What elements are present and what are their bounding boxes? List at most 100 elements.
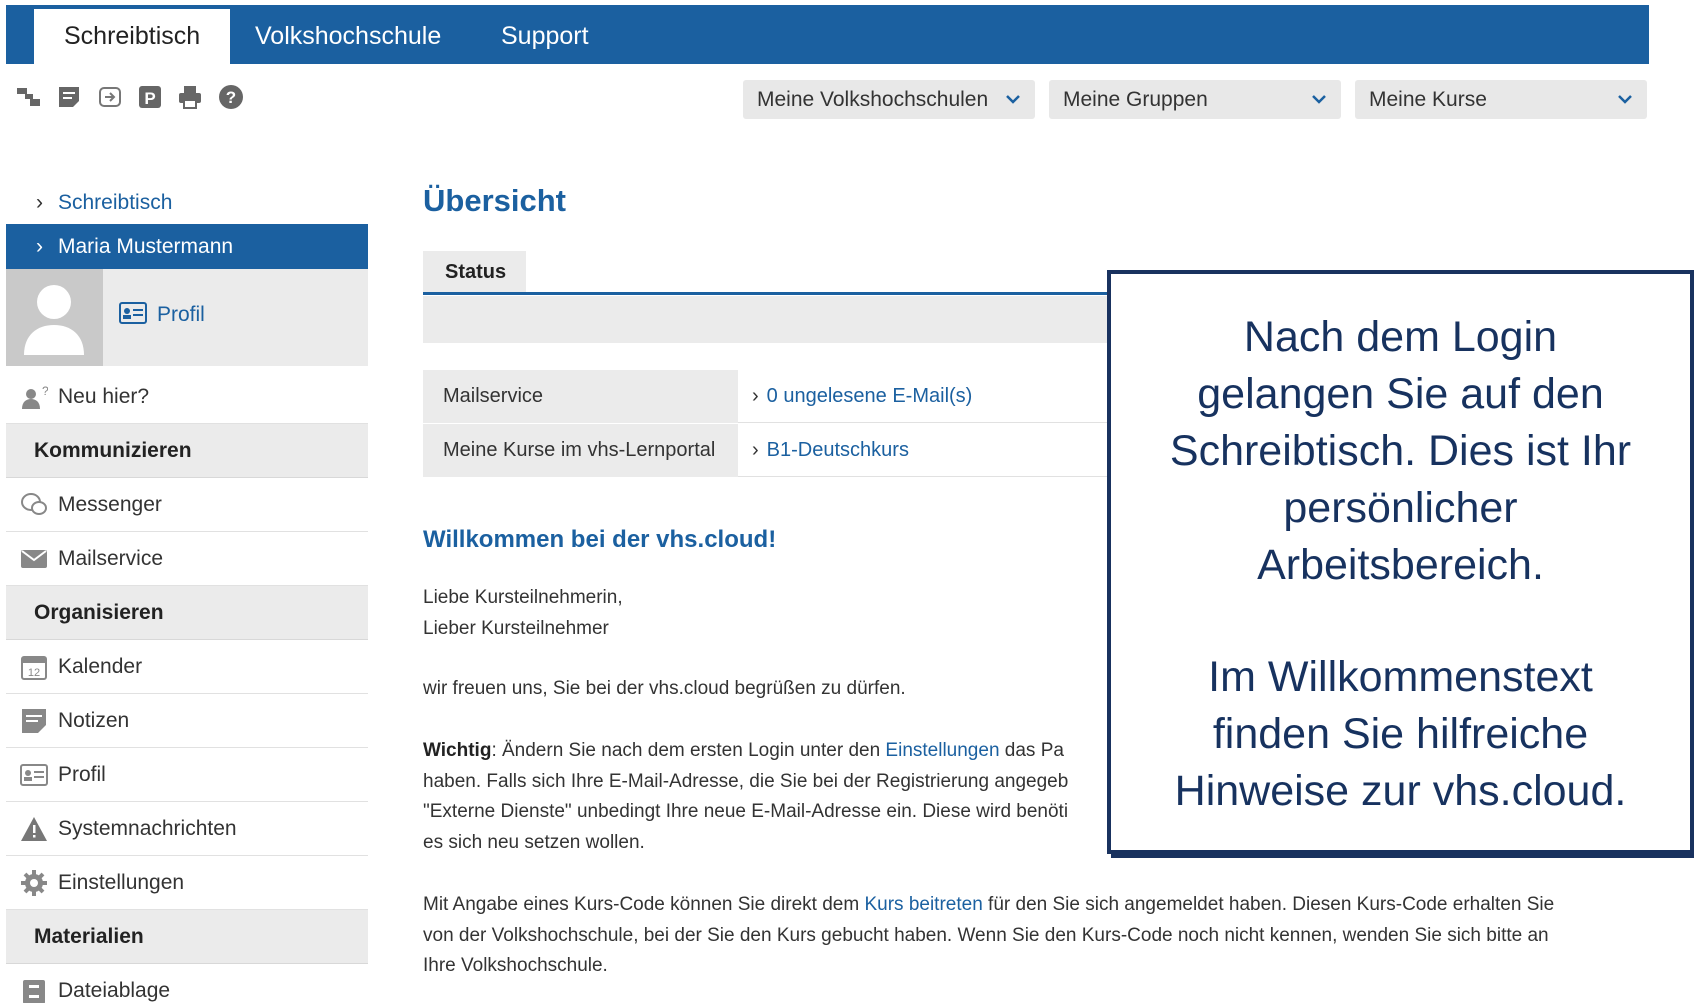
callout-line: Nach dem Login bbox=[1243, 313, 1558, 361]
info-label-mailservice: Mailservice bbox=[423, 370, 738, 423]
course-text: von der Volkshochschule, bei der Sie den… bbox=[423, 924, 1549, 946]
important-text: es sich neu setzen wollen. bbox=[423, 831, 645, 853]
sidebar-item-label: Kalender bbox=[58, 655, 143, 678]
course-text: Ihre Volkshochschule. bbox=[423, 955, 608, 976]
greeting-line-1: Liebe Kursteilnehmerin, bbox=[423, 587, 623, 608]
chevron-down-icon bbox=[1312, 95, 1326, 104]
sidebar-item-label: Notizen bbox=[58, 709, 130, 732]
callout-line: Hinweise zur vhs.cloud. bbox=[1174, 767, 1627, 815]
greeting-line-2: Lieber Kursteilnehmer bbox=[423, 617, 609, 639]
tab-schreibtisch[interactable]: Schreibtisch bbox=[34, 9, 231, 68]
callout-line: persönlicher bbox=[1283, 484, 1518, 532]
file-cabinet-icon bbox=[23, 980, 45, 1003]
chevron-down-icon bbox=[1618, 95, 1632, 104]
new-user-question-icon: ? bbox=[22, 384, 48, 409]
sidebar-section-organisieren: Organisieren bbox=[6, 586, 368, 640]
svg-text:?: ? bbox=[42, 384, 48, 398]
top-navigation: Schreibtisch Volkshochschule Support bbox=[6, 5, 1649, 68]
callout-text-1: Nach dem Login gelangen Sie auf den Schr… bbox=[1111, 309, 1690, 594]
sidebar-section-kommunizieren: Kommunizieren bbox=[6, 424, 368, 478]
callout-line: Im Willkommenstext bbox=[1208, 653, 1593, 701]
sidebar-profile-card: Profil bbox=[6, 269, 368, 366]
chevron-right-icon: › bbox=[36, 235, 43, 258]
calendar-icon: 12 bbox=[21, 656, 47, 680]
intro-text: wir freuen uns, Sie bei der vhs.cloud be… bbox=[423, 678, 906, 699]
kurse-dropdown-label: Meine Kurse bbox=[1369, 88, 1487, 111]
parking-icon[interactable]: P bbox=[136, 83, 164, 111]
sidebar-breadcrumb-schreibtisch[interactable]: › Schreibtisch bbox=[6, 188, 368, 218]
course-text: Mit Angabe eines Kurs-Code können Sie di… bbox=[423, 894, 865, 915]
greeting: Liebe Kursteilnehmerin, Lieber Kursteiln… bbox=[423, 583, 623, 644]
page-title: Übersicht bbox=[423, 183, 566, 218]
einstellungen-link[interactable]: Einstellungen bbox=[885, 740, 999, 761]
id-card-icon bbox=[20, 764, 48, 786]
tab-status[interactable]: Status bbox=[423, 251, 526, 293]
tab-volkshochschule[interactable]: Volkshochschule bbox=[255, 9, 441, 68]
callout-line: finden Sie hilfreiche bbox=[1212, 710, 1589, 758]
course-text: für den Sie sich angemeldet haben. Diese… bbox=[982, 894, 1555, 915]
sidebar-item-label: Profil bbox=[58, 763, 106, 786]
help-icon[interactable]: ? bbox=[217, 83, 245, 111]
sidebar-item-profil[interactable]: Profil bbox=[6, 748, 368, 802]
callout-line: Arbeitsbereich. bbox=[1257, 541, 1544, 589]
important-label: Wichtig bbox=[423, 740, 492, 761]
sidebar-item-label: Messenger bbox=[58, 493, 162, 516]
svg-text:P: P bbox=[144, 89, 155, 108]
svg-text:?: ? bbox=[226, 88, 236, 107]
avatar bbox=[6, 269, 103, 366]
chevron-down-icon bbox=[1006, 95, 1020, 104]
login-icon[interactable] bbox=[96, 83, 124, 111]
mail-icon bbox=[21, 550, 47, 568]
volkshochschulen-dropdown[interactable]: Meine Volkshochschulen bbox=[743, 80, 1035, 119]
chevron-right-icon: › bbox=[36, 191, 43, 214]
sidebar-item-label: Mailservice bbox=[58, 547, 164, 570]
tab-support[interactable]: Support bbox=[501, 9, 589, 68]
notes-icon[interactable] bbox=[55, 83, 83, 111]
sidebar-item-dateiablage[interactable]: Dateiablage bbox=[6, 964, 368, 1003]
info-link-label: 0 ungelesene E-Mail(s) bbox=[766, 385, 973, 407]
important-notice: Wichtig: Ändern Sie nach dem ersten Logi… bbox=[423, 736, 1068, 858]
messenger-icon bbox=[21, 493, 47, 515]
chevron-right-icon: › bbox=[752, 385, 759, 407]
sidebar-item-systemnachrichten[interactable]: Systemnachrichten bbox=[6, 802, 368, 856]
sidebar-item-mailservice[interactable]: Mailservice bbox=[6, 532, 368, 586]
tree-icon[interactable] bbox=[16, 83, 44, 111]
gruppen-dropdown-label: Meine Gruppen bbox=[1063, 88, 1208, 111]
course-join-text: Mit Angabe eines Kurs-Code können Sie di… bbox=[423, 890, 1554, 982]
sidebar-item-notizen[interactable]: Notizen bbox=[6, 694, 368, 748]
print-icon[interactable] bbox=[176, 83, 204, 111]
callout-line: gelangen Sie auf den bbox=[1197, 370, 1604, 418]
sidebar-item-neu-hier[interactable]: ? Neu hier? bbox=[6, 370, 368, 424]
sidebar-item-label: Neu hier? bbox=[58, 385, 150, 408]
annotation-callout: Nach dem Login gelangen Sie auf den Schr… bbox=[1107, 270, 1694, 854]
kurs-beitreten-link[interactable]: Kurs beitreten bbox=[864, 894, 982, 915]
gear-icon bbox=[21, 870, 47, 896]
sidebar-section-label: Materialien bbox=[34, 925, 144, 948]
svg-text:12: 12 bbox=[28, 667, 40, 679]
sidebar-item-label: Einstellungen bbox=[58, 871, 185, 894]
info-label-meine-kurse: Meine Kurse im vhs-Lernportal bbox=[423, 424, 738, 477]
profile-link[interactable]: Profil bbox=[119, 302, 205, 327]
gruppen-dropdown[interactable]: Meine Gruppen bbox=[1049, 80, 1341, 119]
sidebar-item-einstellungen[interactable]: Einstellungen bbox=[6, 856, 368, 910]
kurse-dropdown[interactable]: Meine Kurse bbox=[1355, 80, 1647, 119]
id-card-icon bbox=[119, 302, 147, 324]
notes-icon bbox=[22, 709, 46, 733]
important-text: haben. Falls sich Ihre E-Mail-Adresse, d… bbox=[423, 770, 1069, 792]
sidebar-item-label: Systemnachrichten bbox=[58, 817, 237, 840]
important-text: "Externe Dienste" unbedingt Ihre neue E-… bbox=[423, 801, 1069, 822]
user-silhouette-icon bbox=[24, 285, 84, 355]
info-link-label: B1-Deutschkurs bbox=[766, 439, 909, 461]
warning-icon bbox=[21, 817, 47, 841]
sidebar-user-name: Maria Mustermann bbox=[58, 235, 234, 258]
sidebar-item-label: Dateiablage bbox=[58, 979, 171, 1002]
sidebar-item-kalender[interactable]: 12 Kalender bbox=[6, 640, 368, 694]
callout-line: Schreibtisch. Dies ist Ihr bbox=[1169, 427, 1632, 475]
sidebar-section-label: Kommunizieren bbox=[34, 439, 192, 462]
sidebar-user[interactable]: › Maria Mustermann bbox=[6, 224, 368, 269]
sidebar-item-messenger[interactable]: Messenger bbox=[6, 478, 368, 532]
callout-text-2: Im Willkommenstext finden Sie hilfreiche… bbox=[1111, 649, 1690, 820]
profile-link-label: Profil bbox=[157, 303, 205, 326]
welcome-heading: Willkommen bei der vhs.cloud! bbox=[423, 526, 777, 553]
sidebar-breadcrumb-label: Schreibtisch bbox=[58, 191, 173, 214]
